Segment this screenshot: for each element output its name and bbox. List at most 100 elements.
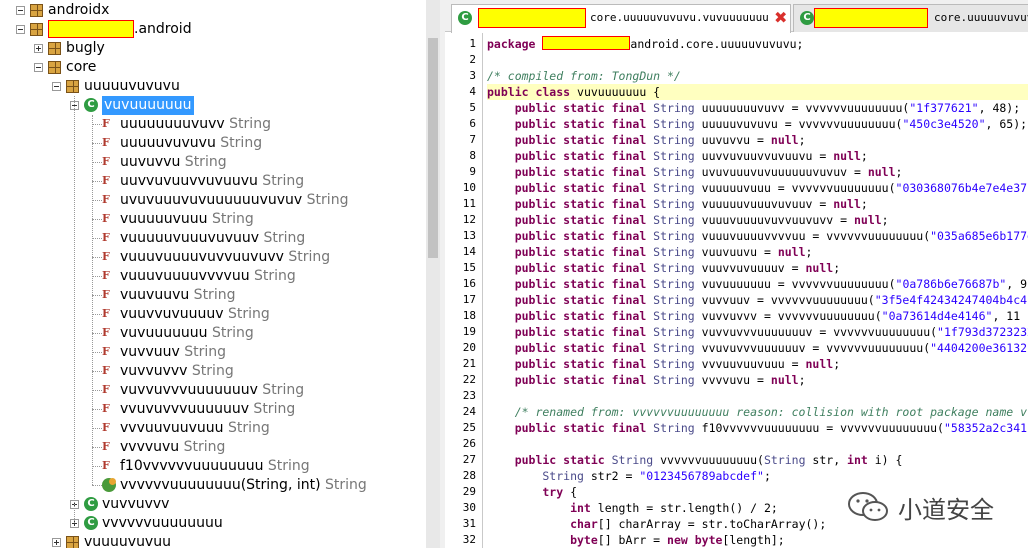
collapse-icon[interactable] xyxy=(52,82,61,91)
tree-node-type: String xyxy=(257,173,305,189)
package-icon xyxy=(66,536,79,548)
tree-node-field[interactable]: Fvuuuuuvuuuvuvuuv String xyxy=(0,229,426,248)
tree-node-type: String xyxy=(207,325,254,341)
code-token: "0123456789abcdef" xyxy=(639,469,764,483)
redaction-box xyxy=(542,36,631,50)
redaction-box xyxy=(478,8,586,28)
code-line: /* compiled from: TongDun */ xyxy=(487,68,681,84)
class-icon: C xyxy=(84,98,98,112)
line-number-gutter: 1 2 3 4 5 6 7 8 9 10 11 12 13 14 15 16 17 18 19 20 21 22 23 24 2… xyxy=(445,33,483,548)
code-token: ; xyxy=(895,165,903,179)
tree-node-method[interactable]: vvvvvvuuuuuuuu(String, int) String xyxy=(0,476,426,495)
code-token: str2 = xyxy=(590,469,640,483)
code-token: public static final xyxy=(487,293,654,307)
code-token: public static final xyxy=(487,357,654,371)
field-icon: F xyxy=(102,193,110,206)
collapse-icon[interactable] xyxy=(34,63,43,72)
code-view[interactable]: 1 2 3 4 5 6 7 8 9 10 11 12 13 14 15 16 17 18 19 20 21 22 23 24 2… xyxy=(445,33,1028,548)
tree-connector xyxy=(92,257,102,258)
tree-node-field[interactable]: Fvuvvuvvvuuuuuuuv String xyxy=(0,381,426,400)
redaction-box xyxy=(48,20,134,38)
tree-node-field[interactable]: Fvuvvuuv String xyxy=(0,343,426,362)
line-number: 15 xyxy=(462,261,476,274)
expand-icon[interactable] xyxy=(34,44,43,53)
tree-node-field[interactable]: Fvuuuvuuuuvuvvuuvuvv String xyxy=(0,248,426,267)
code-token: vuvuuuuuuu { xyxy=(577,85,661,99)
code-line: public static final String vuuvvuvuuuuv … xyxy=(487,260,840,276)
tree-scrollbar-thumb[interactable] xyxy=(428,38,438,258)
tree-node-package[interactable]: vuuuuvuvuu xyxy=(0,533,426,548)
tree-node-class[interactable]: Cvvvvvvuuuuuuuu xyxy=(0,514,426,533)
tree-node-type: String xyxy=(179,439,226,455)
tree-node-class[interactable]: Cvuvuuuuuuu xyxy=(0,96,426,115)
code-token: String xyxy=(653,373,702,387)
tree-node-label: vuvvuvvv String xyxy=(120,363,234,379)
tree-node-field[interactable]: Fuuuuuuuuvuvv String xyxy=(0,115,426,134)
tree-node-type: String xyxy=(249,268,296,284)
code-line: String str2 = "0123456789abcdef"; xyxy=(487,468,771,484)
tree-node-field[interactable]: Fvuvuuuuuuu String xyxy=(0,324,426,343)
code-token: String xyxy=(653,293,702,307)
tree-node-label: vvvvuvu String xyxy=(120,439,226,455)
tree-node-label: vvvuuvuuvuuu String xyxy=(120,420,270,436)
tree-node-class[interactable]: Cvuvvuvvv xyxy=(0,495,426,514)
code-token: public static final xyxy=(487,229,654,243)
tree-node-field[interactable]: Fvvvvuvu String xyxy=(0,438,426,457)
tree-node-package[interactable]: core xyxy=(0,58,426,77)
line-number: 5 xyxy=(469,101,476,114)
code-token: /* renamed from: vvvvvvuuuuuuuu reason: … xyxy=(487,405,1028,419)
expand-icon[interactable] xyxy=(52,538,61,547)
code-token: vuuuuuvuuu = vvvvvvuuuuuuuu( xyxy=(701,181,896,195)
tree-node-field[interactable]: Ff10vvvvvvuuuuuuuu String xyxy=(0,457,426,476)
code-token: public static final xyxy=(487,277,654,291)
tree-node-field[interactable]: Fvvuvuvvvuuuuuuv String xyxy=(0,400,426,419)
tree-node-field[interactable]: Fuvuvuuuvuvuuuuuuvuvuv String xyxy=(0,191,426,210)
tab-label: core.uuuuuvuvuvu.vuvuuuuuuu xyxy=(590,11,769,24)
tree-connector xyxy=(92,143,102,144)
tree-node-field[interactable]: Fuuuuuvuvuvu String xyxy=(0,134,426,153)
collapse-icon[interactable] xyxy=(16,6,25,15)
code-token: ; xyxy=(833,261,841,275)
tree-node-type: String xyxy=(215,135,263,151)
tree-node-field[interactable]: Fvuuuuuvuuu String xyxy=(0,210,426,229)
tree-node-field[interactable]: Fvuuvuuvu String xyxy=(0,286,426,305)
code-token: vuuuuuvuuuvuvuuv = xyxy=(701,197,834,211)
close-tab-icon[interactable]: ✖ xyxy=(774,5,787,31)
code-token: length = str.length() / 2; xyxy=(597,501,778,515)
tree-node-field[interactable]: Fvuuvvuvuuuuv String xyxy=(0,305,426,324)
tree-node-field[interactable]: Fvuuuvuuuuvvvvuu String xyxy=(0,267,426,286)
code-token: public static xyxy=(487,453,612,467)
tab-vuvuuuuuuu[interactable]: C core.uuuuuvuvuvu.vuvuuuuuuu ✖ xyxy=(451,4,791,33)
code-line: byte[] bArr = new byte[length]; xyxy=(487,532,785,548)
tree-node-package[interactable]: bugly xyxy=(0,39,426,58)
code-token: String xyxy=(653,149,702,163)
code-token: public static final xyxy=(487,213,654,227)
collapse-icon[interactable] xyxy=(16,25,25,34)
tree-node-label: uuvvuvuuvvuvuuvu String xyxy=(120,173,305,189)
code-line: public static final String vuuuuuvuuu = … xyxy=(487,180,1027,196)
code-token: public static final xyxy=(487,421,654,435)
tree-node-field[interactable]: Fvvvuuvuuvuuu String xyxy=(0,419,426,438)
code-token: vuuuvuuuuvuvvuuvuvv = xyxy=(701,213,854,227)
class-icon: C xyxy=(84,516,98,530)
tree-node-package[interactable]: androidx xyxy=(0,1,426,20)
code-token: i) { xyxy=(874,453,903,467)
code-line: public static final String uuvuvvu = nul… xyxy=(487,132,806,148)
tree-node-package[interactable]: .android xyxy=(0,20,426,39)
field-icon: F xyxy=(102,212,110,225)
code-token: String xyxy=(653,325,702,339)
tree-scrollbar[interactable] xyxy=(426,0,440,548)
tree-node-type: String xyxy=(180,154,227,170)
tab-uuuuuvuvuvu[interactable]: C core.uuuuuvuvuvu xyxy=(793,4,1028,32)
line-number: 22 xyxy=(462,373,476,386)
tree-node-package[interactable]: uuuuuvuvuvu xyxy=(0,77,426,96)
code-token: null xyxy=(770,373,799,387)
line-number: 18 xyxy=(462,309,476,322)
code-token: new byte xyxy=(667,533,723,547)
code-token: public static final xyxy=(487,149,654,163)
code-token: null xyxy=(805,357,834,371)
tree-node-field[interactable]: Fvuvvuvvv String xyxy=(0,362,426,381)
code-token: String xyxy=(653,309,702,323)
tree-node-field[interactable]: Fuuvuvvu String xyxy=(0,153,426,172)
tree-node-field[interactable]: Fuuvvuvuuvvuvuuvu String xyxy=(0,172,426,191)
